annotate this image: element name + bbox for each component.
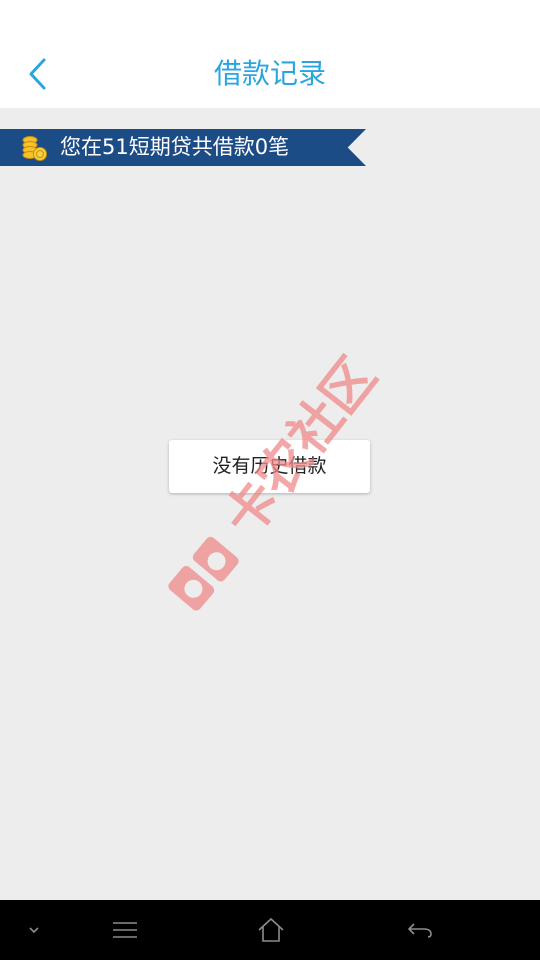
menu-icon — [113, 922, 137, 938]
nav-collapse-button[interactable] — [4, 900, 64, 960]
home-icon — [258, 917, 284, 942]
back-arrow-icon — [408, 923, 432, 938]
nav-home-button[interactable] — [241, 900, 301, 960]
chevron-down-icon — [29, 927, 39, 934]
page-title: 借款记录 — [213, 57, 326, 90]
nav-back-button[interactable] — [390, 900, 450, 960]
back-button[interactable] — [18, 52, 58, 96]
system-nav-bar — [0, 900, 540, 960]
coin-stack-icon — [22, 136, 47, 161]
app-header: 借款记录 — [0, 0, 540, 108]
screen: 借款记录 您在51短期贷共借款0笔 没有历史借款 卡农社区 — [0, 0, 540, 960]
empty-state-message: 没有历史借款 — [169, 440, 370, 493]
loan-count-text: 您在51短期贷共借款0笔 — [60, 135, 290, 159]
loan-count-banner: 您在51短期贷共借款0笔 — [0, 129, 366, 166]
nav-menu-button[interactable] — [95, 900, 155, 960]
chevron-left-icon — [29, 58, 46, 90]
kanong-logo-icon — [168, 536, 239, 611]
